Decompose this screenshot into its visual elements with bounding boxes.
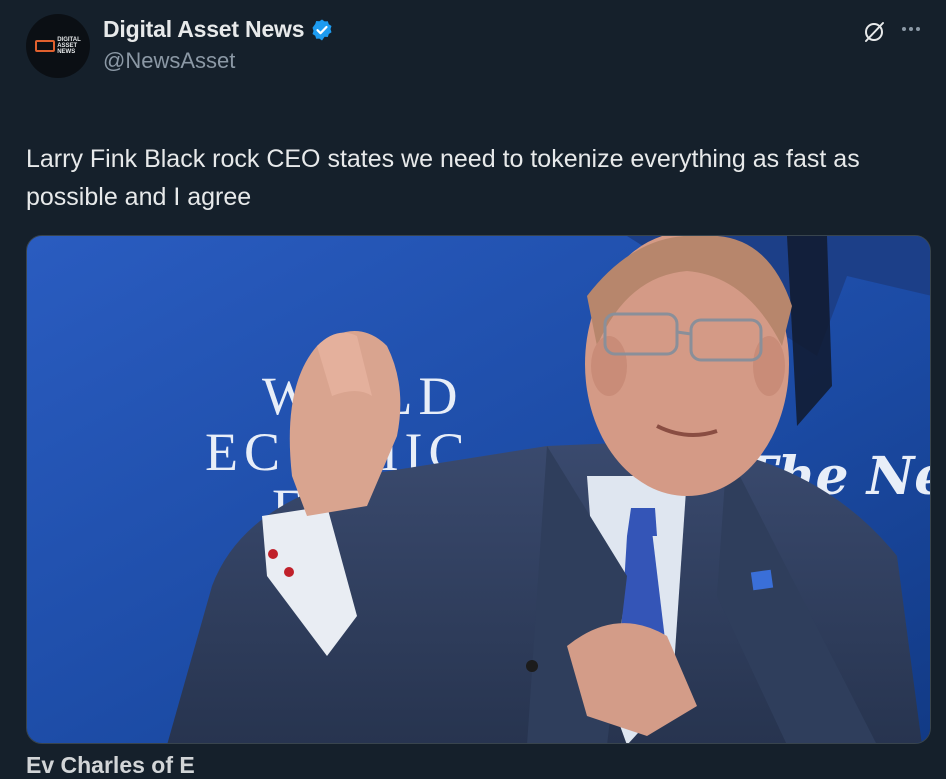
next-tweet-partial[interactable]: Ev Charles of E [26,752,195,779]
author-handle[interactable]: @NewsAsset [103,48,235,74]
tweet-media-video[interactable]: W RLD EC OMIC F R The Ne [26,235,931,744]
verified-badge-icon [312,19,332,40]
more-icon[interactable] [902,27,920,31]
digital-asset-news-logo: DIGITAL ASSET NEWS [35,37,81,55]
author-avatar[interactable]: DIGITAL ASSET NEWS [26,14,90,78]
tweet-text: Larry Fink Black rock CEO states we need… [26,145,860,211]
author-display-name[interactable]: Digital Asset News [103,16,305,43]
logo-text: DIGITAL ASSET NEWS [57,37,81,55]
logo-mark [35,40,56,52]
author-name-row: Digital Asset News [103,16,334,43]
video-frame: W RLD EC OMIC F R The Ne [27,236,930,743]
grok-icon[interactable] [862,20,886,44]
